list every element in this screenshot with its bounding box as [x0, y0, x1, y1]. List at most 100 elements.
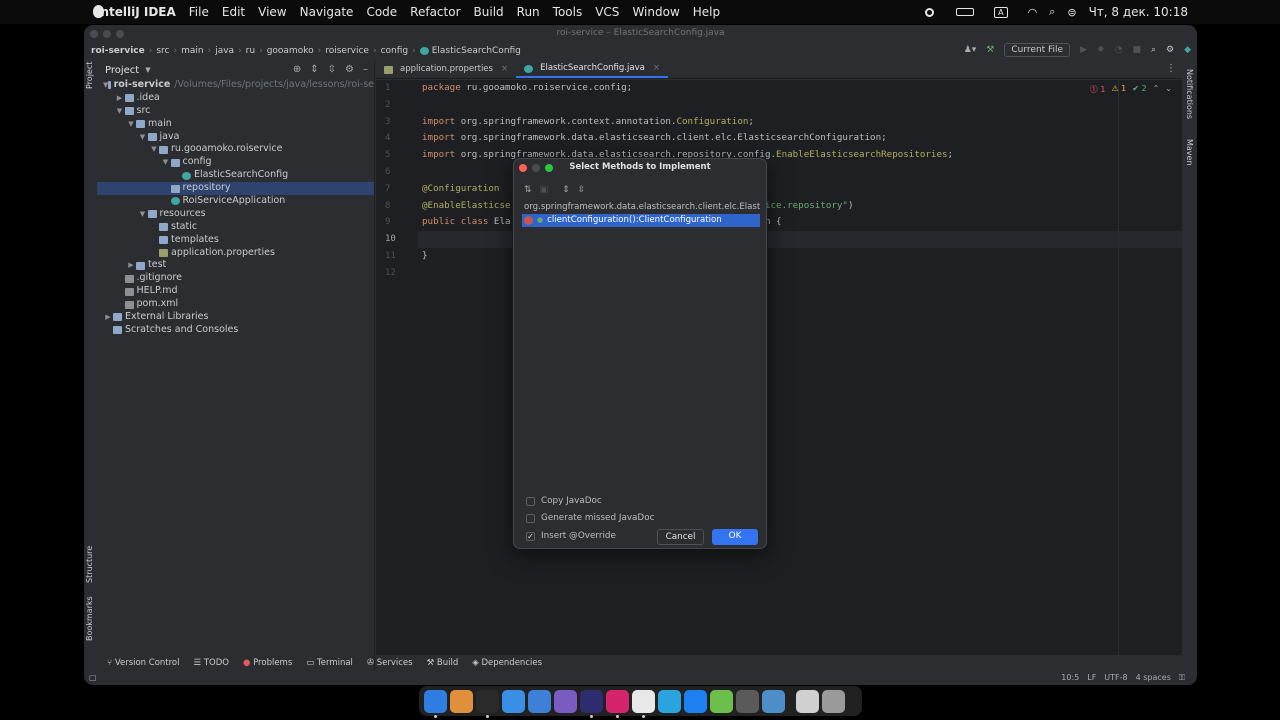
stop-icon[interactable]: ■	[1132, 45, 1141, 55]
terminal-button[interactable]: ▭ Terminal	[306, 658, 353, 668]
menu-tools[interactable]: Tools	[553, 5, 583, 19]
tree-node[interactable]: static	[97, 221, 374, 234]
tree-node[interactable]: ▼ java	[97, 131, 374, 144]
network-icon[interactable]	[762, 689, 785, 713]
breadcrumb-main[interactable]: main	[181, 46, 204, 56]
debug-icon[interactable]: ✹	[1097, 45, 1105, 55]
dialog-zoom-icon[interactable]	[545, 164, 553, 172]
problems-button[interactable]: ● Problems	[243, 658, 292, 668]
breadcrumb-ru[interactable]: ru	[246, 46, 255, 56]
chevron-down-icon[interactable]: ▼	[115, 105, 125, 118]
chevron-down-icon[interactable]: ▼	[161, 156, 171, 169]
tree-node[interactable]: repository	[97, 182, 374, 196]
generate-javadoc-checkbox[interactable]	[526, 513, 535, 523]
file-encoding[interactable]: UTF-8	[1104, 673, 1127, 683]
chevron-down-icon[interactable]: ▼	[138, 131, 148, 144]
document-icon[interactable]	[796, 689, 819, 713]
chevron-right-icon[interactable]: ▶	[115, 92, 125, 105]
tree-node[interactable]: ▼ src	[97, 105, 374, 118]
minimize-window-icon[interactable]	[103, 30, 111, 38]
todo-button[interactable]: ☰ TODO	[194, 658, 229, 668]
profile-icon[interactable]: ◔	[1115, 45, 1123, 55]
code-editor[interactable]: 1 2 3 4 5 6 7 8 9 10 11 12 package ru.gooamoko.rois…	[376, 80, 1182, 655]
code-line[interactable]: import org.springframework.data.elastics…	[422, 130, 953, 147]
prev-highlight-icon[interactable]: ⌃	[1153, 84, 1160, 95]
tree-node[interactable]: ▼ ru.gooamoko.roiservice	[97, 143, 374, 156]
chevron-down-icon[interactable]: ▼	[138, 208, 148, 221]
menu-refactor[interactable]: Refactor	[410, 5, 460, 19]
breadcrumb-gooamoko[interactable]: gooamoko	[267, 46, 314, 56]
copy-javadoc-checkbox[interactable]	[526, 496, 535, 506]
breadcrumb-roiservice[interactable]: roiservice	[325, 46, 369, 56]
project-tool-label[interactable]: Project	[85, 62, 94, 89]
preview-icon[interactable]	[554, 689, 577, 713]
more-tabs-icon[interactable]: ⋮	[1166, 63, 1176, 74]
warning-count[interactable]: ⚠ 1	[1111, 84, 1126, 95]
tree-node[interactable]: ▼ config	[97, 156, 374, 169]
appstore-icon[interactable]	[684, 689, 707, 713]
maven-tool-label[interactable]: Maven	[1185, 139, 1194, 166]
battery-icon[interactable]	[956, 8, 975, 16]
record-icon[interactable]	[925, 7, 935, 17]
project-panel-title[interactable]: Project	[105, 65, 139, 76]
line-number-gutter[interactable]: 1 2 3 4 5 6 7 8 9 10 11 12	[376, 80, 418, 655]
apple-icon[interactable]	[93, 5, 104, 18]
finder-icon[interactable]	[424, 689, 447, 718]
menu-vcs[interactable]: VCS	[595, 5, 619, 19]
tree-node[interactable]: application.properties	[97, 247, 374, 260]
generate-javadoc-option[interactable]: Generate missed JavaDoc	[526, 513, 654, 523]
code-line[interactable]	[422, 97, 953, 114]
line-number[interactable]: 10	[376, 231, 418, 248]
chevron-down-icon[interactable]: ▼	[126, 118, 136, 131]
line-number[interactable]: 7	[376, 181, 418, 198]
locate-icon[interactable]: ⊕	[293, 64, 301, 75]
tree-node[interactable]: templates	[97, 234, 374, 247]
line-number[interactable]: 11	[376, 248, 418, 265]
line-number[interactable]: 3	[376, 114, 418, 131]
cancel-button[interactable]: Cancel	[657, 529, 704, 545]
ide-logo-icon[interactable]: ◆	[1184, 45, 1191, 55]
clock[interactable]: Чт, 8 дек. 10:18	[1089, 5, 1188, 19]
error-count[interactable]: ⓵ 1	[1090, 84, 1106, 95]
menu-window[interactable]: Window	[632, 5, 679, 19]
search-icon[interactable]: ⌕	[1049, 5, 1055, 19]
chevron-down-icon[interactable]: ▼	[149, 143, 159, 156]
indent-setting[interactable]: 4 spaces	[1136, 673, 1171, 683]
tree-node[interactable]: ▶ .idea	[97, 92, 374, 105]
hide-panel-icon[interactable]: –	[363, 64, 368, 75]
tree-node[interactable]: ▶ External Libraries	[97, 311, 374, 324]
bookmarks-tool-label[interactable]: Bookmarks	[85, 596, 94, 641]
breadcrumb-project[interactable]: roi-service	[91, 46, 145, 56]
build-hammer-icon[interactable]: ⚒	[986, 45, 994, 55]
chevron-right-icon[interactable]: ▶	[103, 311, 113, 324]
breadcrumb-java[interactable]: java	[215, 46, 234, 56]
line-number[interactable]: 4	[376, 130, 418, 147]
menu-edit[interactable]: Edit	[222, 5, 245, 19]
tree-node[interactable]: HELP.md	[97, 285, 374, 298]
copy-javadoc-option[interactable]: Copy JavaDoc	[526, 496, 602, 506]
terminal-icon[interactable]	[476, 689, 499, 718]
wifi-icon[interactable]: ◠	[1028, 6, 1038, 19]
lock-icon[interactable]: ⚿	[1179, 673, 1185, 683]
collapse-all-icon[interactable]: ⇳	[578, 185, 586, 195]
breadcrumb-config[interactable]: config	[381, 46, 409, 56]
method-item[interactable]: ● clientConfiguration():ClientConfigurat…	[522, 214, 760, 227]
tree-node[interactable]: ElasticSearchConfig	[97, 169, 374, 182]
inspection-widget[interactable]: ⓵ 1 ⚠ 1 ✔ 2 ⌃ ⌄	[1090, 84, 1172, 95]
tree-node[interactable]: ▼ resources	[97, 208, 374, 221]
close-window-icon[interactable]	[90, 30, 98, 38]
run-icon[interactable]: ▶	[1080, 45, 1087, 55]
telegram-icon[interactable]	[658, 689, 681, 713]
run-config-select[interactable]: Current File	[1004, 43, 1071, 57]
structure-tool-label[interactable]: Structure	[85, 546, 94, 583]
launchpad-icon[interactable]	[450, 689, 473, 713]
tree-node[interactable]: RoiServiceApplication	[97, 195, 374, 208]
close-tab-icon[interactable]: ×	[501, 61, 508, 78]
tab-application-properties[interactable]: application.properties ×	[376, 61, 516, 78]
tree-node[interactable]: ▼ roi-service/Volumes/Files/projects/java…	[97, 79, 374, 92]
safari-icon[interactable]	[502, 689, 525, 713]
maps-icon[interactable]	[710, 689, 733, 713]
status-square-icon[interactable]: ▢	[89, 673, 97, 682]
menu-intellij[interactable]: IntelliJ IDEA	[96, 5, 176, 19]
menu-build[interactable]: Build	[474, 5, 504, 19]
